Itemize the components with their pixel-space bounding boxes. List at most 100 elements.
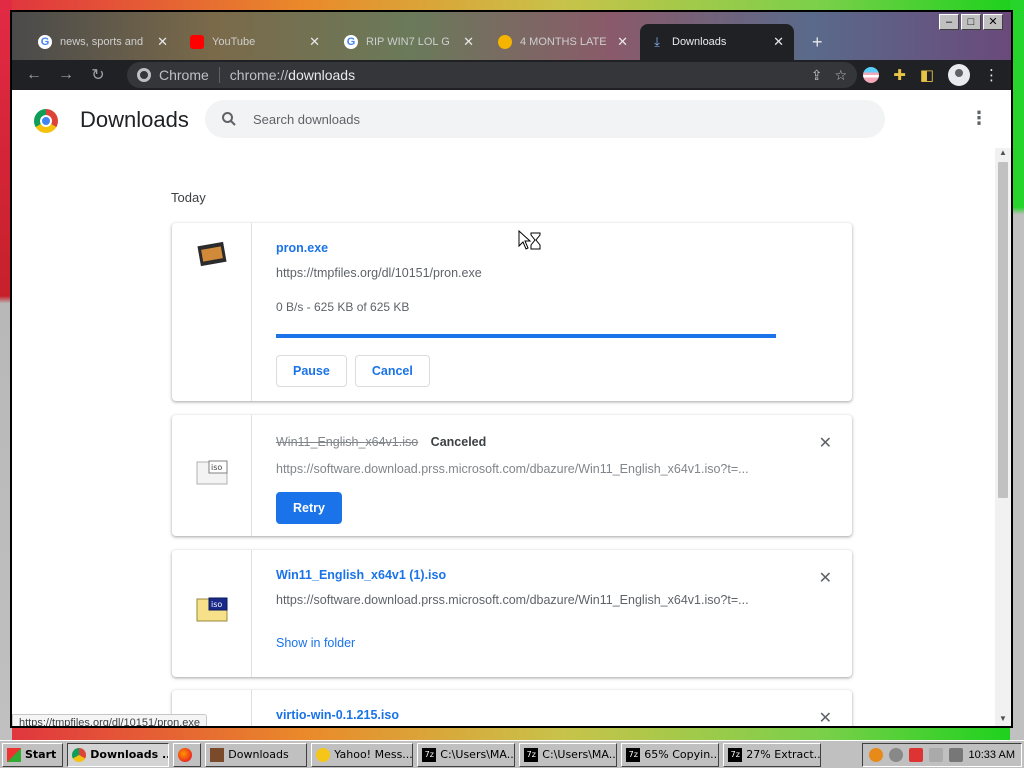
tab-google-search[interactable]: G RIP WIN7 LOL G ✕ — [334, 24, 484, 60]
security-tray-icon[interactable] — [908, 748, 923, 762]
taskbar-item-copying[interactable]: 7z 65% Copyin... — [621, 742, 720, 767]
taskbar-item-label: C:\Users\MA... — [542, 748, 618, 761]
remove-item-icon[interactable]: ✕ — [819, 568, 832, 588]
taskbar-item-7zip-2[interactable]: 7z C:\Users\MA... — [519, 742, 618, 767]
minimize-icon[interactable]: – — [939, 14, 959, 30]
tab-label: 4 MONTHS LATE — [520, 36, 607, 48]
back-arrow-icon[interactable]: ← — [18, 66, 50, 84]
close-tab-icon[interactable]: ✕ — [767, 34, 784, 50]
bookmark-star-icon[interactable]: ☆ — [834, 67, 847, 84]
maximize-icon[interactable]: □ — [961, 14, 981, 30]
address-divider — [218, 67, 220, 83]
retry-button[interactable]: Retry — [276, 492, 342, 524]
tab-label: Downloads — [672, 36, 727, 48]
address-url-prefix: chrome:// — [229, 67, 289, 83]
file-url[interactable]: https://software.download.prss.microsoft… — [276, 462, 776, 476]
download-details: virtio-win-0.1.215.iso — [276, 708, 832, 722]
file-url[interactable]: https://tmpfiles.org/dl/10151/pron.exe — [276, 266, 776, 280]
svg-text:iso: iso — [211, 463, 222, 472]
download-state: Canceled — [430, 435, 487, 449]
browser-toolbar: ← → ↻ Chrome chrome://downloads ⇪ ☆ ✚ ◧ … — [12, 60, 1011, 90]
close-tab-icon[interactable]: ✕ — [303, 34, 320, 50]
pause-button[interactable]: Pause — [276, 355, 347, 387]
toolbar-right: ✚ ◧ ⋮ — [863, 60, 999, 90]
file-name-link[interactable]: virtio-win-0.1.215.iso — [276, 708, 832, 722]
new-tab-button[interactable]: + — [802, 24, 832, 60]
search-tray-icon[interactable] — [868, 748, 883, 762]
downloads-page: Downloads Search downloads ⋮ Today pron.… — [12, 90, 1011, 726]
start-button[interactable]: Start — [2, 742, 64, 767]
scroll-down-arrow-icon[interactable]: ▼ — [995, 714, 1011, 726]
page-scrollbar[interactable]: ▲ ▼ — [995, 148, 1011, 726]
taskbar-clock: 10:33 AM — [968, 749, 1015, 761]
cancel-button[interactable]: Cancel — [354, 355, 430, 387]
tab-label: RIP WIN7 LOL G — [366, 36, 450, 48]
page-title: Downloads — [80, 107, 189, 132]
search-icon — [222, 112, 236, 126]
tab-youtube[interactable]: YouTube ✕ — [180, 24, 330, 60]
tab-strip: G news, sports and ✕ YouTube ✕ G RIP WIN… — [12, 12, 1011, 60]
file-url[interactable]: https://software.download.prss.microsoft… — [276, 593, 776, 607]
menu-kebab-icon[interactable]: ⋮ — [984, 66, 999, 84]
display-tray-icon[interactable] — [928, 748, 943, 762]
taskbar-item-7zip-1[interactable]: 7z C:\Users\MA... — [417, 742, 516, 767]
address-url-host: downloads — [288, 67, 356, 83]
close-tab-icon[interactable]: ✕ — [457, 34, 474, 50]
taskbar-item-label: Downloads ... — [90, 748, 170, 761]
date-section-label: Today — [171, 190, 206, 205]
busy-cursor-icon — [518, 230, 541, 250]
address-scheme: Chrome — [159, 67, 209, 83]
extensions-puzzle-icon[interactable]: ✚ — [893, 66, 906, 84]
taskbar-item-label: C:\Users\MA... — [440, 748, 516, 761]
download-progress-text: 0 B/s - 625 KB of 625 KB — [276, 300, 410, 314]
reload-icon[interactable]: ↻ — [82, 65, 114, 85]
close-tab-icon[interactable]: ✕ — [611, 34, 628, 50]
download-details: pron.exe https://tmpfiles.org/dl/10151/p… — [276, 241, 832, 387]
side-panel-icon[interactable]: ◧ — [920, 66, 934, 84]
file-name-link[interactable]: Win11_English_x64v1 (1).iso — [276, 568, 832, 582]
extension-flag-icon[interactable] — [863, 67, 880, 83]
forward-arrow-icon[interactable]: → — [50, 66, 82, 84]
download-icon: ⤓ — [654, 34, 660, 49]
taskbar-item-yahoo-messenger[interactable]: Yahoo! Mess... — [311, 742, 414, 767]
close-window-icon[interactable]: ✕ — [983, 14, 1003, 30]
file-icon-column: iso — [172, 550, 252, 677]
tab-4-months[interactable]: 4 MONTHS LATE ✕ — [488, 24, 638, 60]
close-tab-icon[interactable]: ✕ — [151, 34, 168, 50]
taskbar-item-downloads[interactable]: Downloads — [205, 742, 308, 767]
scroll-thumb[interactable] — [998, 162, 1008, 498]
volume-tray-icon[interactable] — [948, 748, 963, 762]
download-item: virtio-win-0.1.215.iso ✕ — [172, 690, 852, 726]
download-item: iso Win11_English_x64v1 (1).iso https://… — [172, 550, 852, 677]
tab-label: news, sports and — [60, 36, 144, 48]
taskbar-item-chrome-downloads[interactable]: Downloads ... — [67, 742, 170, 767]
window-controls: – □ ✕ — [939, 14, 1003, 30]
tab-downloads[interactable]: ⤓ Downloads ✕ — [640, 24, 794, 60]
network-tray-icon[interactable] — [888, 748, 903, 762]
remove-item-icon[interactable]: ✕ — [819, 708, 832, 726]
downloads-header: Downloads Search downloads ⋮ — [12, 90, 1011, 148]
page-menu-icon[interactable]: ⋮ — [970, 108, 988, 129]
remove-item-icon[interactable]: ✕ — [819, 433, 832, 453]
profile-avatar-icon[interactable] — [948, 64, 970, 86]
site-icon — [498, 35, 512, 49]
taskbar-item-firefox[interactable] — [173, 742, 202, 767]
scroll-up-arrow-icon[interactable]: ▲ — [995, 148, 1011, 160]
tab-label: YouTube — [212, 36, 256, 48]
tab-news[interactable]: G news, sports and ✕ — [28, 24, 178, 60]
download-actions: Retry — [276, 492, 832, 524]
taskbar-item-extracting[interactable]: 7z 27% Extract... — [723, 742, 822, 767]
share-icon[interactable]: ⇪ — [811, 67, 823, 84]
downloads-app-icon — [210, 747, 225, 762]
file-name-link[interactable]: pron.exe — [276, 241, 832, 255]
chrome-logo-icon — [34, 109, 58, 133]
download-actions: Pause Cancel — [276, 355, 832, 387]
file-icon-column: iso — [172, 415, 252, 536]
progress-fill — [276, 334, 776, 338]
exe-file-icon — [197, 241, 227, 267]
address-bar[interactable]: Chrome chrome://downloads ⇪ ☆ — [127, 62, 857, 88]
taskbar-item-label: Yahoo! Mess... — [334, 748, 413, 761]
search-downloads-input[interactable]: Search downloads — [205, 100, 885, 138]
show-in-folder-link[interactable]: Show in folder — [276, 636, 832, 650]
download-progress-bar — [276, 334, 776, 338]
